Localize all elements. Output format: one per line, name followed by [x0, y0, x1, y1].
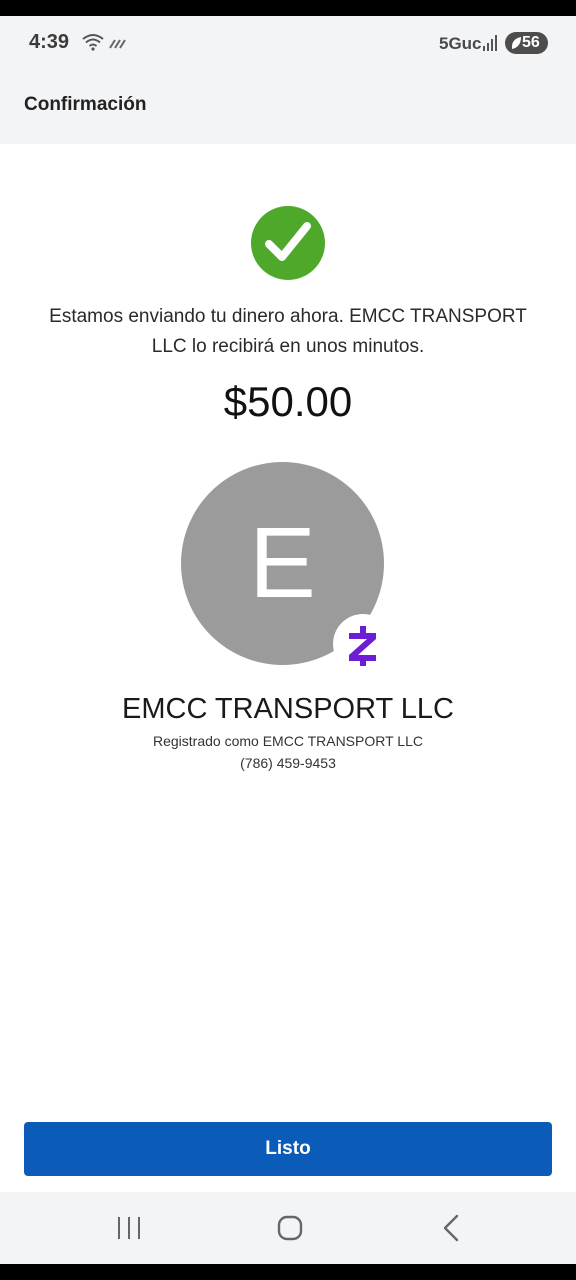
- status-time: 4:39: [29, 31, 70, 53]
- battery-level: 56: [522, 34, 540, 51]
- data-activity-icon: [109, 39, 126, 49]
- zelle-badge: [333, 614, 393, 674]
- status-bar: 4:39 5Guc 56: [0, 16, 576, 72]
- recents-icon[interactable]: [116, 1216, 142, 1240]
- back-icon[interactable]: [441, 1214, 461, 1242]
- battery-indicator: 56: [505, 32, 548, 54]
- network-type: 5Guc: [439, 34, 482, 53]
- page-title: Confirmación: [24, 94, 147, 115]
- recipient-phone: (786) 459-9453: [240, 755, 336, 771]
- done-button[interactable]: Listo: [24, 1122, 552, 1176]
- registered-as: Registrado como EMCC TRANSPORT LLC: [153, 733, 423, 749]
- payment-amount: $50.00: [223, 378, 353, 425]
- battery-saver-icon: [511, 37, 521, 49]
- wifi-icon: [82, 34, 104, 51]
- home-icon[interactable]: [277, 1215, 303, 1241]
- recipient-name: EMCC TRANSPORT LLC: [122, 693, 454, 725]
- zelle-icon: [349, 626, 376, 666]
- navigation-bar: [0, 1192, 576, 1264]
- check-circle-icon: [251, 206, 325, 280]
- signal-icon: [483, 35, 497, 51]
- header: Confirmación: [0, 72, 576, 144]
- screen: 4:39 5Guc 56 Confirmación Estamos envian…: [0, 16, 576, 1264]
- confirmation-message: Estamos enviando tu dinero ahora. EMCC T…: [49, 306, 527, 357]
